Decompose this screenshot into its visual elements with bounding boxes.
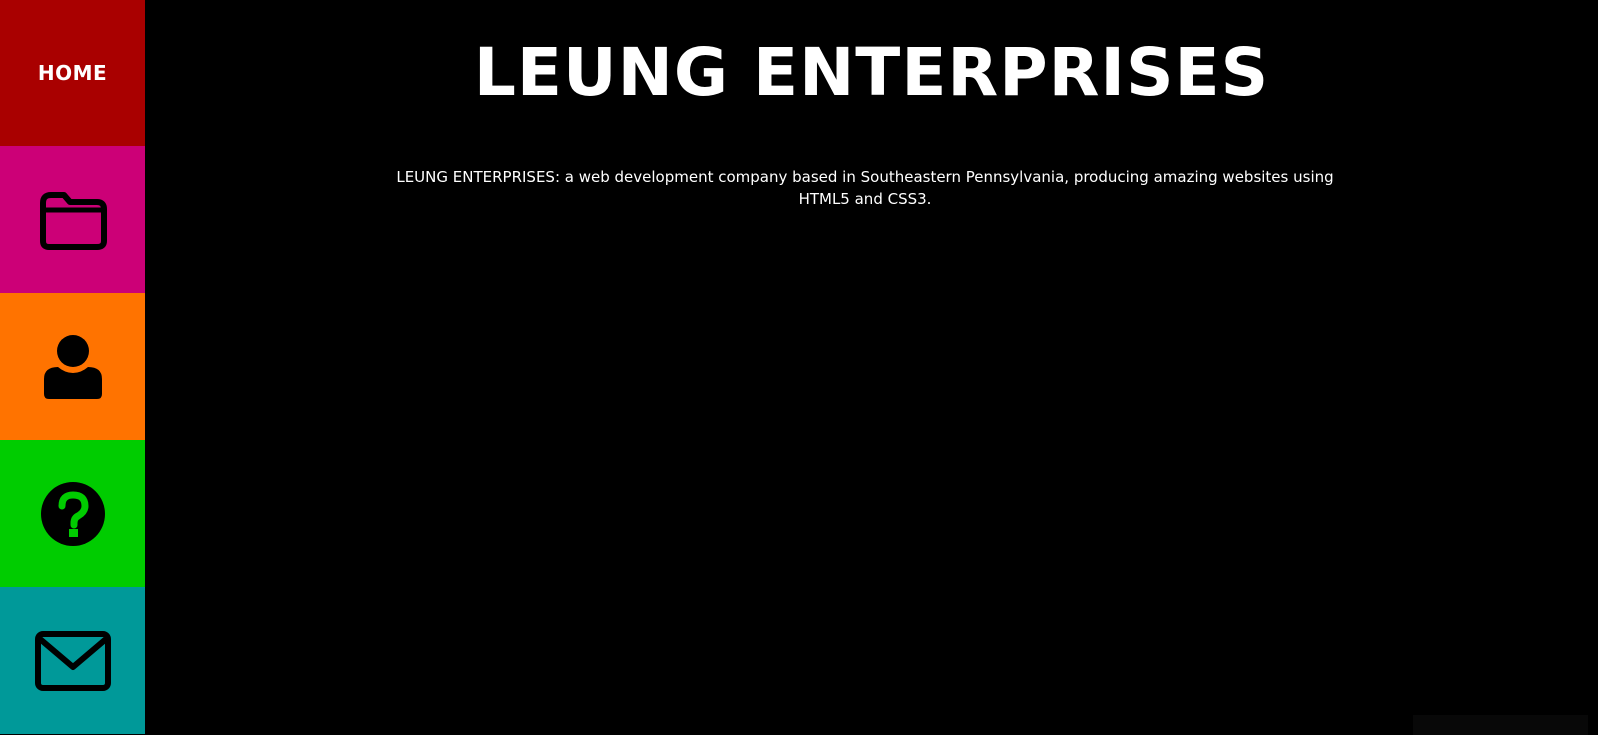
- user-icon: [42, 334, 104, 400]
- page: HOME LEUNG ENTERPRISES LEUNG ENTERPRISES…: [0, 0, 1598, 735]
- sidebar-item-faq[interactable]: [0, 440, 145, 587]
- sidebar-item-home[interactable]: HOME: [0, 0, 145, 146]
- question-circle-icon: [40, 481, 106, 547]
- envelope-icon: [34, 630, 111, 691]
- page-title: LEUNG ENTERPRISES: [473, 34, 1270, 111]
- intro-text: LEUNG ENTERPRISES: a web development com…: [396, 168, 1334, 208]
- sidebar-item-home-label: HOME: [37, 61, 108, 85]
- main-content: LEUNG ENTERPRISES LEUNG ENTERPRISES: a w…: [145, 0, 1598, 735]
- sidebar-nav: HOME: [0, 0, 145, 735]
- corner-strip: [1413, 715, 1588, 735]
- folder-icon: [37, 189, 109, 251]
- sidebar-item-portfolio[interactable]: [0, 146, 145, 293]
- sidebar-item-about[interactable]: [0, 293, 145, 440]
- sidebar-item-contact[interactable]: [0, 587, 145, 734]
